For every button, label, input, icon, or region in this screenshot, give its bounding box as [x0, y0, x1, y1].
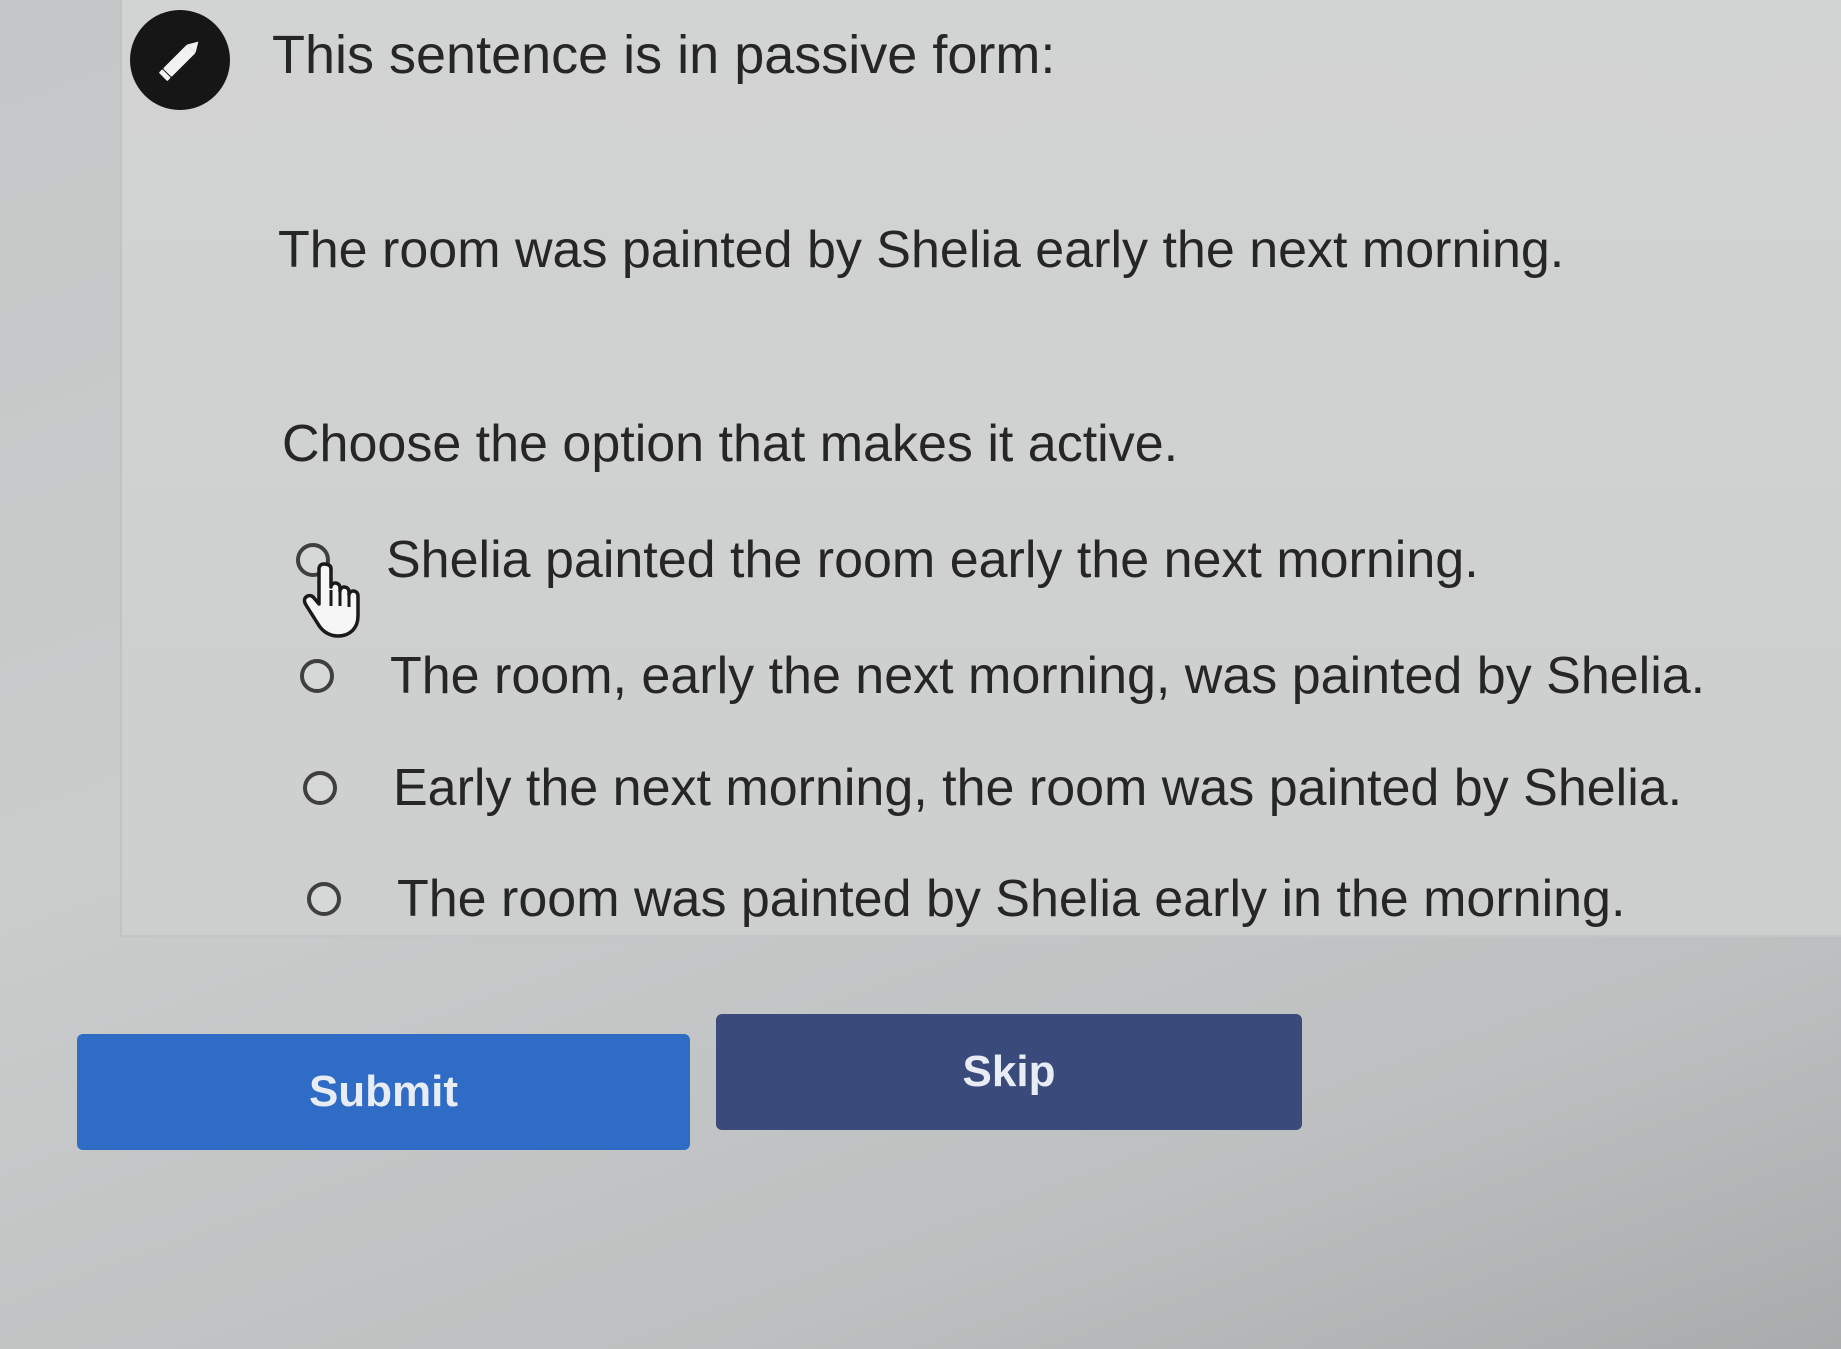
radio-button[interactable]	[303, 771, 337, 805]
submit-button[interactable]: Submit	[77, 1034, 690, 1150]
passive-sentence: The room was painted by Shelia early the…	[278, 221, 1565, 279]
answer-option-3[interactable]: Early the next morning, the room was pai…	[303, 758, 1682, 818]
option-label[interactable]: Shelia painted the room early the next m…	[386, 530, 1479, 590]
answer-option-4[interactable]: The room was painted by Shelia early in …	[307, 869, 1625, 929]
radio-button[interactable]	[307, 882, 341, 916]
option-label[interactable]: Early the next morning, the room was pai…	[393, 758, 1682, 818]
pencil-icon-glyph	[159, 41, 199, 81]
pencil-icon	[130, 10, 230, 110]
question-instruction: Choose the option that makes it active.	[282, 415, 1179, 473]
hand-cursor-icon	[302, 562, 360, 638]
question-title: This sentence is in passive form:	[272, 25, 1056, 85]
option-label[interactable]: The room was painted by Shelia early in …	[397, 869, 1625, 929]
radio-button[interactable]	[300, 659, 334, 693]
skip-button[interactable]: Skip	[716, 1014, 1302, 1130]
answer-option-2[interactable]: The room, early the next morning, was pa…	[300, 646, 1705, 706]
option-label[interactable]: The room, early the next morning, was pa…	[390, 646, 1705, 706]
answer-option-1[interactable]: Shelia painted the room early the next m…	[296, 530, 1479, 590]
